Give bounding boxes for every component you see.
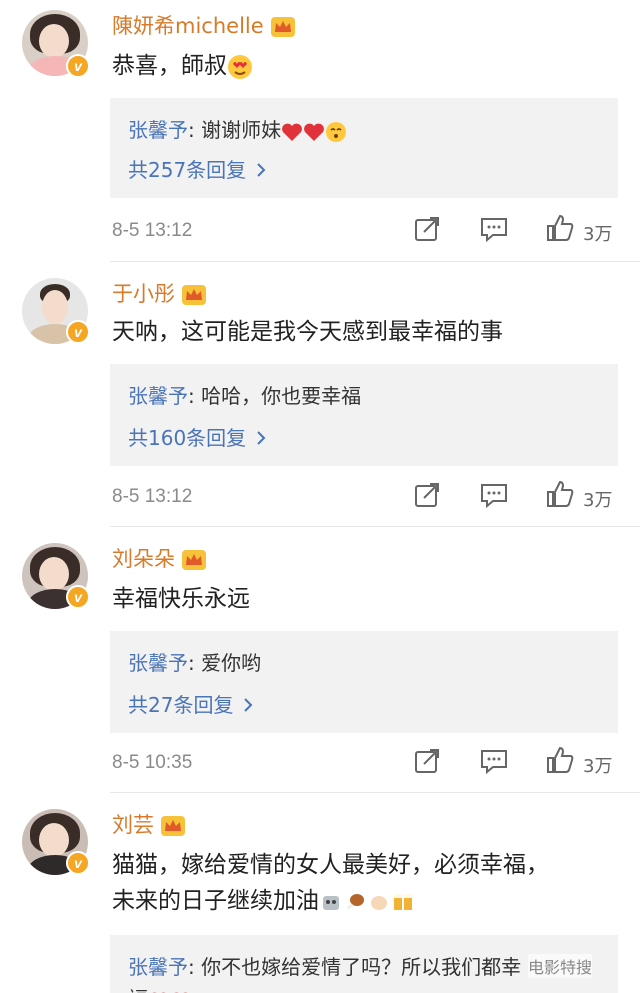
reply-box[interactable]: 张馨予: 爱你哟 共27条回复 — [110, 631, 618, 733]
reply-line: 张馨予: 你不也嫁给爱情了吗？所以我们都幸 — [128, 955, 522, 979]
comment-text: 幸福快乐永远 — [112, 586, 250, 612]
heart-icon — [282, 123, 303, 141]
comment-item: v 陳妍希michelle 恭喜，師叔 张馨予: 谢谢师妹 共257条回复 8-… — [0, 0, 640, 262]
crown-icon — [161, 816, 185, 836]
comment-text: 天呐，这可能是我今天感到最幸福的事 — [112, 319, 503, 345]
comment-time: 8-5 13:12 — [112, 220, 193, 241]
reply-text: 谢谢师妹 — [201, 118, 282, 142]
comment-time: 8-5 13:12 — [112, 486, 193, 507]
crown-icon — [270, 17, 295, 37]
heart-eyes-emoji-icon — [228, 54, 252, 79]
like-count: 3万 — [583, 224, 613, 245]
reply-line: 张馨予: 哈哈，你也要幸福 — [128, 384, 362, 408]
reply-text: 爱你哟 — [201, 651, 262, 675]
comment-icon[interactable] — [479, 480, 509, 510]
more-replies-link[interactable]: 共27条回复 — [128, 689, 253, 718]
comment-icon[interactable] — [479, 214, 509, 244]
comment-text-line: 未来的日子继续加油 — [112, 883, 549, 919]
reply-line: 福 — [128, 983, 192, 993]
more-replies-link[interactable]: 共257条回复 — [128, 154, 266, 183]
comment-text: 恭喜，師叔 — [112, 48, 253, 84]
reply-author[interactable]: 张馨予 — [128, 118, 188, 142]
verified-badge-icon: v — [66, 54, 90, 78]
comment-item: v 于小彤 天呐，这可能是我今天感到最幸福的事 张馨予: 哈哈，你也要幸福 共1… — [0, 262, 640, 527]
comment-icon[interactable] — [479, 746, 509, 776]
more-replies-link[interactable]: 共160条回复 — [128, 422, 266, 451]
reply-author[interactable]: 张馨予 — [128, 955, 188, 979]
like-icon[interactable] — [545, 745, 575, 775]
repost-icon[interactable] — [412, 480, 442, 510]
reply-line: 张馨予: 爱你哟 — [128, 651, 262, 675]
crown-icon — [182, 550, 206, 570]
like-icon[interactable] — [545, 479, 575, 509]
reply-text: 你不也嫁给爱情了吗？所以我们都幸 — [201, 955, 522, 979]
username[interactable]: 刘朵朵 — [112, 543, 207, 573]
drumstick-emoji-icon — [346, 893, 364, 909]
beer-emoji-icon — [394, 893, 412, 910]
username[interactable]: 于小彤 — [112, 278, 207, 308]
robot-emoji-icon — [323, 895, 339, 910]
comment-text-line: 猫猫，嫁给爱情的女人最美好，必须幸福， — [112, 852, 549, 878]
clap-emoji-icon — [371, 895, 387, 910]
comment-item: v 刘朵朵 幸福快乐永远 张馨予: 爱你哟 共27条回复 8-5 10:35 3… — [0, 527, 640, 793]
like-count: 3万 — [583, 490, 613, 511]
comment-time: 8-5 10:35 — [112, 752, 193, 773]
heart-icon — [304, 123, 325, 141]
reply-text: 哈哈，你也要幸福 — [201, 384, 362, 408]
verified-badge-icon: v — [66, 851, 90, 875]
username[interactable]: 陳妍希michelle — [112, 10, 296, 40]
repost-icon[interactable] — [412, 746, 442, 776]
verified-badge-icon: v — [66, 320, 90, 344]
reply-author[interactable]: 张馨予 — [128, 651, 188, 675]
chevron-right-icon — [244, 698, 253, 712]
reply-box[interactable]: 张馨予: 谢谢师妹 共257条回复 — [110, 98, 618, 198]
watermark: 电影特搜 — [528, 954, 593, 978]
wink-emoji-icon — [326, 121, 347, 142]
like-count: 3万 — [583, 756, 613, 777]
verified-badge-icon: v — [66, 585, 90, 609]
repost-icon[interactable] — [412, 214, 442, 244]
chevron-right-icon — [257, 163, 266, 177]
crown-icon — [182, 285, 206, 305]
reply-author[interactable]: 张馨予 — [128, 384, 188, 408]
reply-line: 张馨予: 谢谢师妹 — [128, 114, 347, 143]
comment-text: 猫猫，嫁给爱情的女人最美好，必须幸福， 未来的日子继续加油 — [112, 847, 549, 919]
reply-box[interactable]: 张馨予: 哈哈，你也要幸福 共160条回复 — [110, 364, 618, 466]
chevron-right-icon — [257, 431, 266, 445]
username[interactable]: 刘芸 — [112, 809, 186, 839]
like-icon[interactable] — [545, 213, 575, 243]
